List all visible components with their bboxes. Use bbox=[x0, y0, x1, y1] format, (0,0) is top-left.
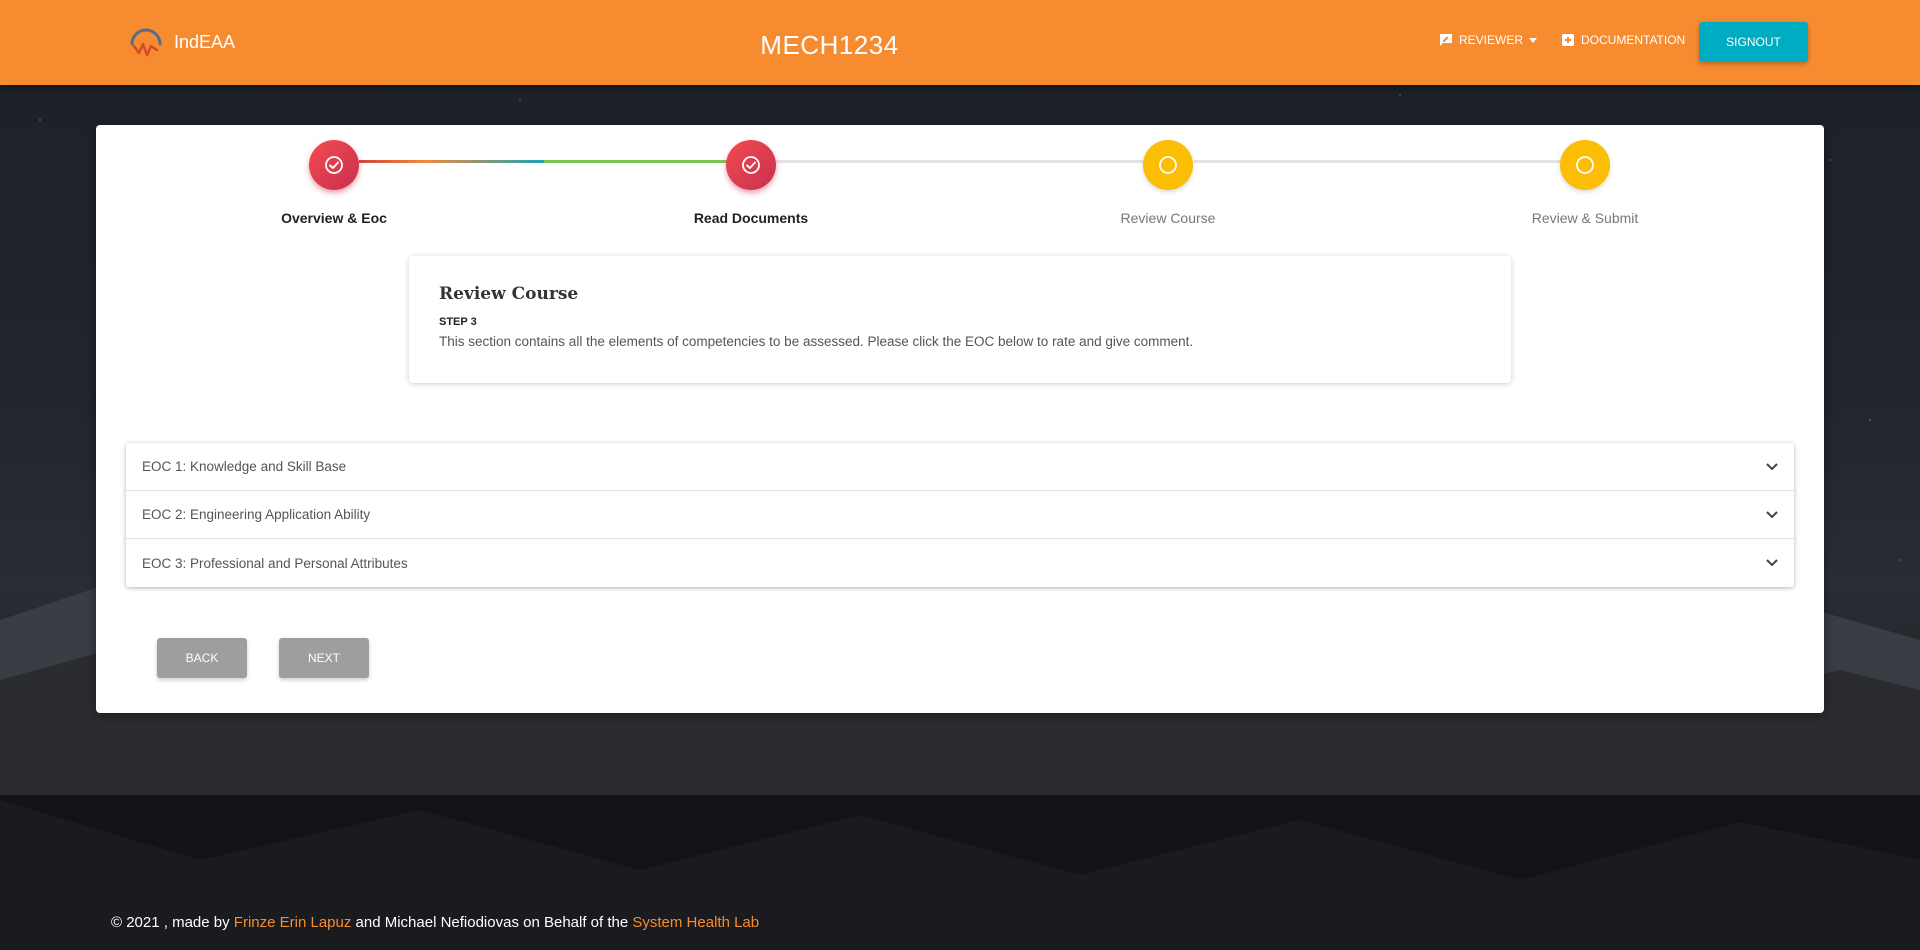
check-circle-icon bbox=[325, 156, 343, 174]
step-overview-eoc[interactable]: Overview & Eoc bbox=[224, 140, 444, 226]
step-label: Review Course bbox=[1120, 210, 1216, 226]
eoc-panel-3[interactable]: EOC 3: Professional and Personal Attribu… bbox=[126, 539, 1794, 587]
section-step: STEP 3 bbox=[439, 316, 477, 328]
system-health-lab-link[interactable]: System Health Lab bbox=[632, 914, 759, 931]
eoc-label: EOC 2: Engineering Application Ability bbox=[142, 507, 371, 522]
check-circle-icon bbox=[742, 156, 760, 174]
next-button[interactable]: NEXT bbox=[279, 638, 369, 678]
chevron-down-icon bbox=[1766, 462, 1778, 470]
back-button[interactable]: BACK bbox=[157, 638, 247, 678]
eoc-label: EOC 3: Professional and Personal Attribu… bbox=[142, 555, 408, 571]
empty-circle-icon bbox=[1159, 156, 1177, 174]
eoc-label: EOC 1: Knowledge and Skill Base bbox=[142, 459, 347, 474]
section-info-card: Review Course STEP 3 This section contai… bbox=[409, 256, 1511, 383]
empty-circle-icon bbox=[1576, 156, 1594, 174]
documentation-icon bbox=[1562, 34, 1574, 46]
signout-button[interactable]: SIGNOUT bbox=[1699, 22, 1808, 62]
chevron-down-icon bbox=[1766, 559, 1778, 567]
reviewer-label: REVIEWER bbox=[1459, 33, 1524, 47]
top-app-bar: IndEAA MECH1234 REVIEWER DOCUMENTATION S… bbox=[0, 0, 1920, 85]
documentation-link[interactable]: DOCUMENTATION bbox=[1561, 33, 1685, 47]
eoc-panel-1[interactable]: EOC 1: Knowledge and Skill Base bbox=[126, 443, 1794, 491]
documentation-label: DOCUMENTATION bbox=[1581, 33, 1686, 47]
step-read-documents[interactable]: Read Documents bbox=[641, 140, 861, 226]
step-pending-indicator bbox=[1560, 140, 1610, 190]
footer-copyright: © 2021 , made by bbox=[111, 914, 234, 931]
footer-credit: and Michael Nefiodiovas on Behalf of the bbox=[351, 914, 633, 931]
section-title: Review Course bbox=[439, 284, 579, 304]
section-description: This section contains all the elements o… bbox=[439, 334, 1194, 349]
caret-down-icon bbox=[1529, 37, 1538, 43]
rate-review-icon bbox=[1440, 34, 1452, 46]
step-review-submit[interactable]: Review & Submit bbox=[1475, 140, 1695, 226]
eoc-panel-2[interactable]: EOC 2: Engineering Application Ability bbox=[126, 491, 1794, 539]
course-code-title: MECH1234 bbox=[760, 30, 899, 60]
chevron-down-icon bbox=[1766, 510, 1778, 518]
footer: © 2021 , made by Frinze Erin Lapuz and M… bbox=[111, 914, 759, 931]
step-label: Read Documents bbox=[693, 210, 809, 226]
author-link[interactable]: Frinze Erin Lapuz bbox=[234, 914, 352, 931]
step-review-course[interactable]: Review Course bbox=[1058, 140, 1278, 226]
step-label: Overview & Eoc bbox=[281, 210, 387, 226]
reviewer-menu[interactable]: REVIEWER bbox=[1439, 33, 1538, 47]
eoc-accordion: EOC 1: Knowledge and Skill Base EOC 2: E… bbox=[126, 443, 1794, 587]
step-complete-indicator bbox=[309, 140, 359, 190]
step-pending-indicator bbox=[1143, 140, 1193, 190]
step-label: Review & Submit bbox=[1531, 210, 1639, 226]
step-complete-indicator bbox=[726, 140, 776, 190]
